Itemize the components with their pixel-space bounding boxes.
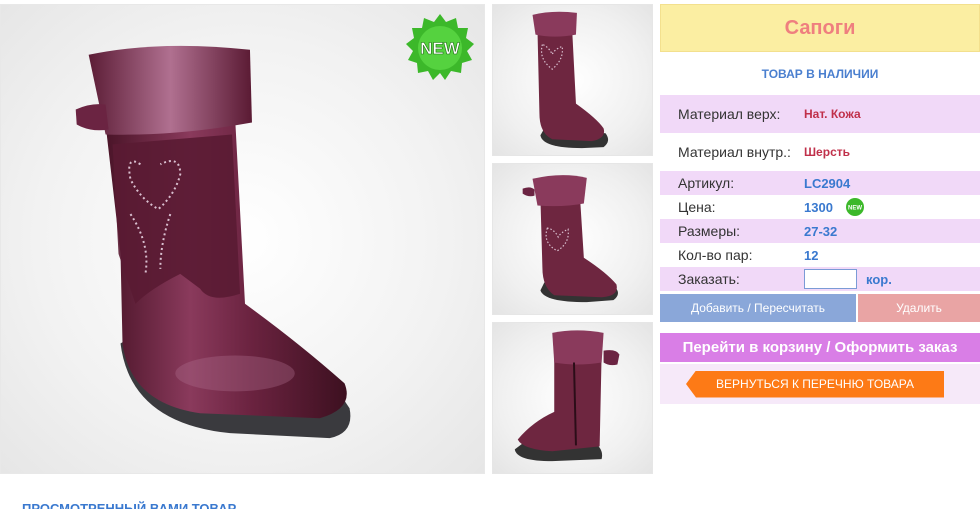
spec-row-sizes: Размеры: 27-32 <box>660 219 980 243</box>
thumbnail-1[interactable] <box>492 4 653 156</box>
spec-value: Шерсть <box>804 145 850 159</box>
availability-status: ТОВАР В НАЛИЧИИ <box>761 66 879 81</box>
spec-label: Материал верх: <box>678 106 781 122</box>
product-info-panel: Сапоги ТОВАР В НАЛИЧИИ Материал верх: На… <box>660 4 980 404</box>
order-label: Заказать: <box>678 271 740 287</box>
new-mini-label: NEW <box>848 206 862 212</box>
go-to-cart-button[interactable]: Перейти в корзину / Оформить заказ <box>660 333 980 362</box>
back-button-container: ВЕРНУТЬСЯ К ПЕРЕЧНЮ ТОВАРА <box>660 364 980 404</box>
add-recalculate-button[interactable]: Добавить / Пересчитать <box>660 294 856 322</box>
price-value: 1300 <box>804 199 833 215</box>
spec-row-material-top: Материал верх: Нат. Кожа <box>660 95 980 133</box>
boot-thumb-side-icon <box>522 175 618 303</box>
order-row: Заказать: кор. <box>660 267 980 291</box>
new-badge-label: NEW <box>420 39 461 58</box>
thumbnail-3[interactable] <box>492 322 653 474</box>
thumbnail-2[interactable] <box>492 163 653 315</box>
delete-button[interactable]: Удалить <box>858 294 980 322</box>
product-title: Сапоги <box>660 4 980 52</box>
spec-label: Цена: <box>678 199 716 215</box>
order-buttons: Добавить / Пересчитать Удалить <box>660 294 980 322</box>
boot-thumb-front-icon <box>532 11 609 149</box>
viewed-products-heading: ПРОСМОТРЕННЫЙ ВАМИ ТОВАР <box>22 501 237 509</box>
spec-label: Кол-во пар: <box>678 247 753 263</box>
spec-value: LC2904 <box>804 175 851 191</box>
order-quantity-input[interactable] <box>804 269 857 289</box>
spec-row-pairs: Кол-во пар: 12 <box>660 243 980 267</box>
spec-value: 27-32 <box>804 223 838 239</box>
spec-value: 12 <box>804 247 819 263</box>
boot-thumb-zipper-icon <box>514 330 620 462</box>
new-badge-icon: NEW <box>406 14 474 80</box>
spec-row-article: Артикул: LC2904 <box>660 171 980 195</box>
main-product-image[interactable]: NEW <box>0 4 485 474</box>
spec-row-price: Цена: 1300 NEW <box>660 195 980 219</box>
new-mini-icon: NEW <box>845 198 864 216</box>
order-unit: кор. <box>866 271 892 287</box>
spec-label: Артикул: <box>678 175 735 191</box>
spec-row-material-inner: Материал внутр.: Шерсть <box>660 133 980 171</box>
back-to-list-button[interactable]: ВЕРНУТЬСЯ К ПЕРЕЧНЮ ТОВАРА <box>686 370 944 398</box>
spec-label: Материал внутр.: <box>678 144 791 160</box>
spec-label: Размеры: <box>678 223 741 239</box>
spec-value: Нат. Кожа <box>804 107 861 121</box>
